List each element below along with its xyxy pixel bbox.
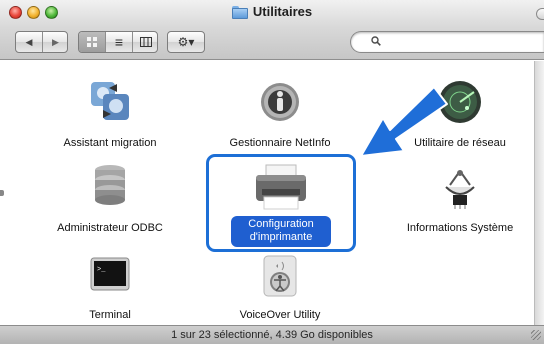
item-voiceover-utility[interactable]: VoiceOver Utility — [200, 254, 360, 324]
item-odbc-administrator[interactable]: Administrateur ODBC — [30, 163, 190, 237]
finder-window: Utilitaires ◀ ▶ ≡ ⚙▾ Assistant migration… — [0, 0, 544, 344]
view-mode-control: ≡ — [78, 31, 158, 53]
item-terminal[interactable]: >_ Terminal — [30, 254, 190, 324]
system-profiler-icon — [445, 170, 475, 209]
column-view-icon — [139, 37, 152, 47]
item-label: Utilitaire de réseau — [414, 137, 506, 149]
icon-view-button[interactable] — [79, 32, 105, 52]
item-netinfo-manager[interactable]: Gestionnaire NetInfo — [200, 78, 360, 152]
sidebar-resize-handle[interactable] — [0, 190, 4, 196]
forward-arrow-icon: ▶ — [52, 36, 59, 47]
status-bar: 1 sur 23 sélectionné, 4.39 Go disponible… — [0, 325, 544, 344]
list-view-icon: ≡ — [114, 34, 124, 50]
toolbar-toggle-button[interactable] — [536, 8, 544, 20]
netinfo-manager-icon — [261, 83, 299, 121]
back-arrow-icon: ◀ — [25, 36, 33, 47]
network-utility-icon — [439, 81, 481, 123]
column-view-button[interactable] — [132, 32, 158, 52]
svg-text:>_: >_ — [97, 266, 106, 274]
icon-view-icon — [86, 37, 97, 47]
item-label: Assistant migration — [63, 137, 157, 149]
back-button[interactable]: ◀ — [16, 32, 42, 52]
forward-button[interactable]: ▶ — [42, 32, 68, 52]
item-label: Terminal — [89, 309, 131, 321]
voiceover-utility-icon — [263, 255, 297, 297]
window-title: Utilitaires — [0, 4, 544, 22]
item-label: Gestionnaire NetInfo — [229, 137, 331, 149]
action-menu-button[interactable]: ⚙▾ — [167, 31, 205, 53]
search-icon — [371, 35, 381, 49]
item-label: Informations Système — [406, 222, 514, 234]
search-field[interactable] — [350, 31, 544, 53]
item-migration-assistant[interactable]: Assistant migration — [30, 78, 190, 152]
titlebar: Utilitaires ◀ ▶ ≡ ⚙▾ — [0, 0, 544, 60]
back-forward-control: ◀ ▶ — [15, 31, 68, 53]
search-input[interactable] — [385, 35, 535, 50]
migration-assistant-icon — [91, 82, 129, 120]
folder-icon — [231, 6, 248, 19]
item-label: Administrateur ODBC — [57, 222, 163, 234]
gear-icon: ⚙▾ — [177, 35, 195, 49]
resize-grip[interactable] — [531, 330, 541, 340]
selected-item-label: Configuration d'imprimante — [231, 216, 331, 247]
list-view-button[interactable]: ≡ — [105, 32, 132, 52]
item-network-utility[interactable]: Utilitaire de réseau — [380, 78, 540, 152]
status-text: 1 sur 23 sélectionné, 4.39 Go disponible… — [171, 329, 373, 341]
terminal-icon: >_ — [90, 257, 130, 291]
item-system-profiler[interactable]: Informations Système — [380, 163, 540, 237]
item-label: VoiceOver Utility — [239, 309, 321, 321]
odbc-admin-icon — [95, 165, 125, 205]
